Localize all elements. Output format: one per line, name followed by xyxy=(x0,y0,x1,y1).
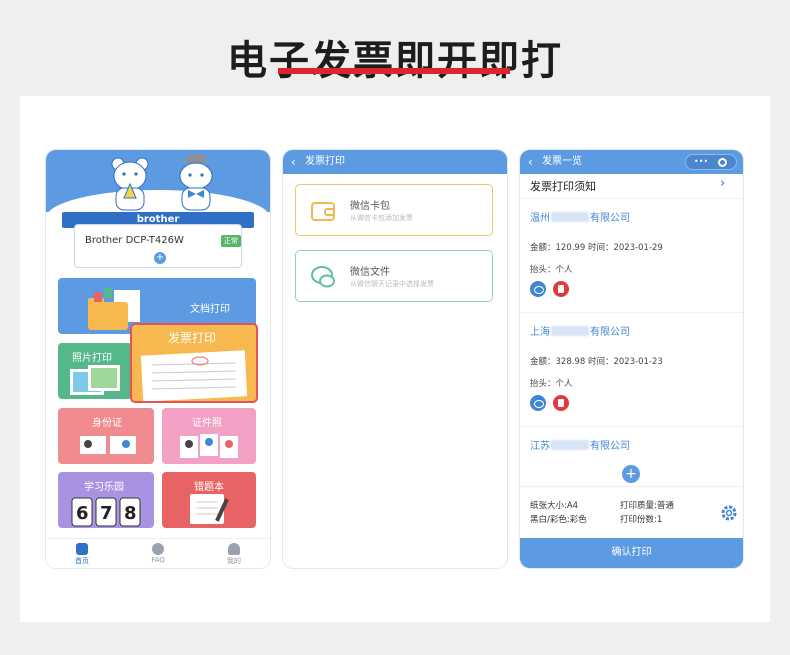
chevron-right-icon[interactable]: › xyxy=(720,176,725,191)
print-notice-link[interactable]: 发票打印须知 xyxy=(530,178,596,194)
tile-id-photo[interactable]: 证件照 xyxy=(162,408,256,464)
number-cards-icon: 6 7 8 xyxy=(71,497,141,527)
tab-home[interactable]: 首页 xyxy=(62,543,102,566)
option-file-subtitle: 从微信聊天记录中选择发票 xyxy=(350,280,434,288)
user-icon xyxy=(228,543,240,555)
tile-photo-label: 照片打印 xyxy=(72,353,112,364)
tile-wrong-questions[interactable]: 错题本 xyxy=(162,472,256,528)
headline-underline xyxy=(278,68,510,74)
invoice-header: 抬头：个人 xyxy=(530,379,573,389)
top-bar: ‹ 发票一览 ••• xyxy=(520,150,743,174)
view-eye-icon[interactable] xyxy=(530,395,546,411)
print-quality-setting: 打印质量:普通 xyxy=(620,501,674,511)
tile-study-label: 学习乐园 xyxy=(84,482,124,493)
add-printer-plus-icon[interactable]: + xyxy=(154,252,166,264)
tile-id-card[interactable]: 身份证 xyxy=(58,408,154,464)
view-eye-icon[interactable] xyxy=(530,281,546,297)
more-dots-icon[interactable]: ••• xyxy=(694,155,708,169)
invoice-header: 抬头：个人 xyxy=(530,265,573,275)
tab-faq-label: FAQ xyxy=(151,556,165,564)
delete-trash-icon[interactable] xyxy=(553,395,569,411)
option-wallet-subtitle: 从微信卡包添加发票 xyxy=(350,214,413,222)
invoice-company: 江苏 有限公司 xyxy=(530,440,630,452)
tile-document-label: 文档打印 xyxy=(190,304,230,315)
printer-icon xyxy=(76,543,88,555)
invoice-item[interactable]: 上海 有限公司 金额：328.98 时间：2023-01-23 抬头：个人 xyxy=(520,312,743,426)
mascot-bear-left-icon xyxy=(111,157,149,211)
add-invoice-plus-icon[interactable]: + xyxy=(622,465,640,483)
invoice-company: 温州 有限公司 xyxy=(530,212,630,224)
tab-home-label: 首页 xyxy=(75,557,89,565)
tile-wrong-label: 错题本 xyxy=(194,482,224,493)
confirm-print-button[interactable]: 确认打印 xyxy=(520,538,743,568)
tile-invoice-print[interactable]: 发票打印 xyxy=(130,323,258,403)
paper-size-setting: 纸张大小:A4 xyxy=(530,501,579,511)
back-chevron-icon[interactable]: ‹ xyxy=(528,150,533,174)
phone-invoice-source-screen: ‹ 发票打印 微信卡包 从微信卡包添加发票 微信文件 从微信聊天记录中选择发票 xyxy=(283,150,507,568)
close-ring-icon[interactable] xyxy=(718,158,727,167)
page-title: 发票一览 xyxy=(542,156,582,167)
option-wechat-file[interactable]: 微信文件 从微信聊天记录中选择发票 xyxy=(295,250,493,302)
invoice-item[interactable]: 温州 有限公司 金额：120.99 时间：2023-01-29 抬头：个人 xyxy=(520,198,743,312)
color-mode-setting: 黑白/彩色:彩色 xyxy=(530,515,587,525)
question-icon xyxy=(152,543,164,555)
chat-icon xyxy=(311,266,335,288)
photo-icon xyxy=(70,365,120,395)
print-settings[interactable]: 纸张大小:A4 打印质量:普通 黑白/彩色:彩色 打印份数:1 xyxy=(520,486,743,538)
top-bar: ‹ 发票打印 xyxy=(283,150,507,174)
invoice-amount-time: 金额：120.99 时间：2023-01-29 xyxy=(530,243,663,253)
option-file-title: 微信文件 xyxy=(350,267,390,278)
delete-trash-icon[interactable] xyxy=(553,281,569,297)
back-chevron-icon[interactable]: ‹ xyxy=(291,150,296,174)
option-wechat-wallet[interactable]: 微信卡包 从微信卡包添加发票 xyxy=(295,184,493,236)
invoice-company: 上海 有限公司 xyxy=(530,326,630,338)
mini-program-capsule[interactable]: ••• xyxy=(685,154,737,170)
phone-invoice-list-screen: ‹ 发票一览 ••• 发票打印须知 › 温州 有限公司 金额：120.99 时间：… xyxy=(520,150,743,568)
bottom-tab-bar: 首页 FAQ 我的 xyxy=(46,538,270,568)
gear-icon[interactable] xyxy=(720,504,738,522)
tab-mine[interactable]: 我的 xyxy=(214,543,254,566)
id-card-icon xyxy=(80,436,136,454)
tile-study-park[interactable]: 学习乐园 6 7 8 xyxy=(58,472,154,528)
mascot-bear-right-icon xyxy=(179,154,213,211)
printer-name: Brother DCP-T426W xyxy=(85,235,184,246)
printer-card[interactable]: Brother DCP-T426W 正常 + xyxy=(74,224,242,268)
invoice-paper-icon xyxy=(140,350,248,401)
copies-setting: 打印份数:1 xyxy=(620,515,663,525)
tile-photo-print[interactable]: 照片打印 xyxy=(58,343,132,399)
invoice-amount-time: 金额：328.98 时间：2023-01-23 xyxy=(530,357,663,367)
phone-home-screen: brother Brother DCP-T426W 正常 + 文档打印 照片打印… xyxy=(46,150,270,568)
tile-id-label: 身份证 xyxy=(92,418,122,429)
tab-faq[interactable]: FAQ xyxy=(138,543,178,564)
headline: 电子发票即开即打 xyxy=(227,38,563,84)
page-title: 发票打印 xyxy=(305,156,345,167)
svg-text:6: 6 xyxy=(76,503,89,524)
printer-status-badge: 正常 xyxy=(221,235,241,247)
svg-text:7: 7 xyxy=(100,503,113,524)
id-photo-icon xyxy=(180,434,238,458)
svg-text:8: 8 xyxy=(124,503,137,524)
tab-mine-label: 我的 xyxy=(227,557,241,565)
notebook-icon xyxy=(190,494,229,524)
tile-invoice-label: 发票打印 xyxy=(168,331,217,345)
tile-cert-label: 证件照 xyxy=(192,418,222,429)
wallet-icon xyxy=(311,202,335,221)
option-wallet-title: 微信卡包 xyxy=(350,201,390,212)
